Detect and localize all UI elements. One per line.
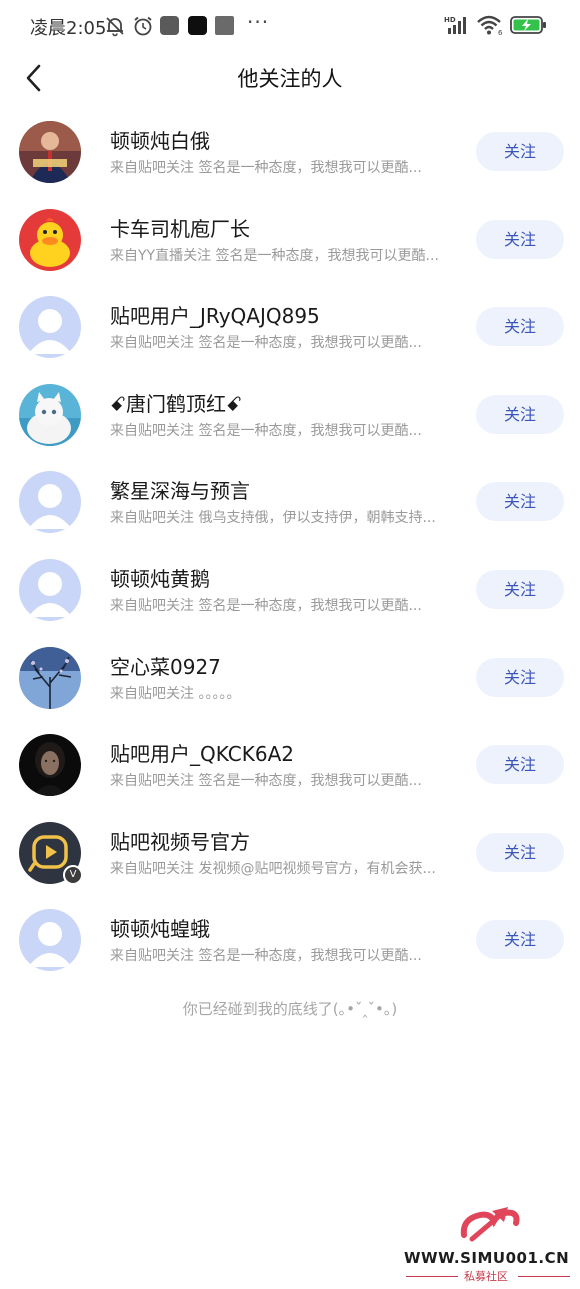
user-description: 来自贴吧关注 签名是一种态度，我想我可以更酷... [110,948,422,965]
follow-button[interactable]: 关注 [476,832,564,872]
user-name[interactable]: 贴吧用户_JRyQAJQ895 [110,300,320,329]
follow-button[interactable]: 关注 [476,307,564,347]
follow-list-item[interactable]: 贴吧用户_JRyQAJQ895 来自贴吧关注 签名是一种态度，我想我可以更酷...… [0,283,580,371]
user-name[interactable]: ꗃ唐门鹤顶红ꗃ [110,388,242,417]
status-time: 凌晨2:05 [30,18,107,39]
user-name[interactable]: 卡车司机庖厂长 [110,213,250,242]
battery-charging-icon [510,15,548,39]
avatar[interactable] [19,121,81,183]
follow-button[interactable]: 关注 [476,920,564,960]
app-notification-icon [160,16,179,35]
mute-bell-icon [104,15,126,41]
verified-badge: V [63,864,83,885]
nav-header: 他关注的人 [0,52,580,102]
avatar[interactable] [19,296,81,359]
follow-button[interactable]: 关注 [476,482,564,522]
follow-list-item[interactable]: 卡车司机庖厂长来自YY直播关注 签名是一种态度，我想我可以更酷... 关注 [0,196,580,284]
user-description: 来自贴吧关注 签名是一种态度，我想我可以更酷... [110,160,422,176]
watermark: WWW.SIMU001.CN 私募社区 [400,1205,575,1285]
follow-list-item[interactable]: V 贴吧视频号官方来自贴吧关注 发视频@贴吧视频号官方，有机会获... 关注 [0,809,580,897]
hd-signal-icon: HD [444,14,472,40]
watermark-divider [518,1276,570,1277]
user-name[interactable]: 繁星深海与预言 [110,475,250,504]
user-name[interactable]: 顿顿炖蝗蛾 [110,913,210,942]
user-name[interactable]: 空心菜0927 [110,651,221,680]
user-description: 来自贴吧关注 发视频@贴吧视频号官方，有机会获... [110,860,436,877]
follow-button[interactable]: 关注 [476,657,564,697]
avatar[interactable] [19,646,81,709]
user-description: 来自贴吧关注 。。。。。 [110,685,241,702]
follow-list-item[interactable]: 顿顿炖黄鹅来自贴吧关注 签名是一种态度，我想我可以更酷... 关注 [0,546,580,634]
watermark-subtitle: 私募社区 [464,1270,508,1283]
avatar[interactable] [19,558,81,621]
watermark-url: WWW.SIMU001.CN [404,1249,570,1267]
follow-list-item[interactable]: 顿顿炖白俄来自贴吧关注 签名是一种态度，我想我可以更酷... 关注 [0,108,580,196]
end-of-list-hint: 你已经碰到我的底线了(｡•ˇ‸ˇ•｡) [182,1000,398,1018]
avatar[interactable] [19,383,81,446]
watermark-divider [406,1276,458,1277]
follow-list-item[interactable]: 顿顿炖蝗蛾来自贴吧关注 签名是一种态度，我想我可以更酷... 关注 [0,896,580,984]
user-name[interactable]: 贴吧视频号官方 [110,826,250,855]
follow-list: 顿顿炖白俄 来自贴吧关注 签名是一种态度，我想我可以更酷... 关注 卡车司机庖厂长来… [0,108,580,984]
user-description: 来自贴吧关注 签名是一种态度，我想我可以更酷... [110,335,422,352]
page-title: 他关注的人 [237,67,343,91]
follow-list-item[interactable]: ꗃ唐门鹤顶红ꗃ 来自贴吧关注 签名是一种态度，我想我可以更酷... 关注 [0,371,580,459]
avatar[interactable] [19,471,81,534]
svg-text:6: 6 [498,29,503,36]
user-description: 来自贴吧关注 签名是一种态度，我想我可以更酷... [110,597,422,614]
user-description: 来自YY直播关注 签名是一种态度，我想我可以更酷... [110,247,439,264]
app-notification-icon [215,16,234,35]
follow-list-item[interactable]: 贴吧用户_QKCK6A2 来自贴吧关注 签名是一种态度，我想我可以更酷... 关注 [0,721,580,809]
status-bar: 凌晨2:05 ··· HD 6 [0,0,580,52]
follow-button[interactable]: 关注 [476,745,564,785]
app-notification-icon [188,16,207,35]
user-description: 来自贴吧关注 签名是一种态度，我想我可以更酷... [110,422,422,439]
user-description: 来自贴吧关注 俄乌支持俄，伊以支持伊，朝韩支持... [110,510,436,527]
follow-button[interactable]: 关注 [476,219,564,259]
follow-button[interactable]: 关注 [476,132,564,171]
avatar[interactable] [19,734,81,797]
follow-list-item[interactable]: 空心菜0927 来自贴吧关注 。。。。。 关注 [0,634,580,722]
follow-button[interactable]: 关注 [476,394,564,434]
user-name[interactable]: 顿顿炖黄鹅 [110,563,210,592]
avatar[interactable] [19,909,81,972]
follow-button[interactable]: 关注 [476,569,564,609]
more-notifications-icon: ··· [247,10,270,34]
follow-list-item[interactable]: 繁星深海与预言来自贴吧关注 俄乌支持俄，伊以支持伊，朝韩支持... 关注 [0,458,580,546]
svg-text:HD: HD [444,16,456,24]
user-name[interactable]: 顿顿炖白俄 [110,125,210,154]
wifi-icon: 6 [476,14,506,40]
watermark-logo-icon [460,1207,520,1242]
user-name[interactable]: 贴吧用户_QKCK6A2 [110,738,294,767]
user-description: 来自贴吧关注 签名是一种态度，我想我可以更酷... [110,773,422,790]
avatar[interactable] [19,208,81,271]
alarm-icon [132,15,154,41]
